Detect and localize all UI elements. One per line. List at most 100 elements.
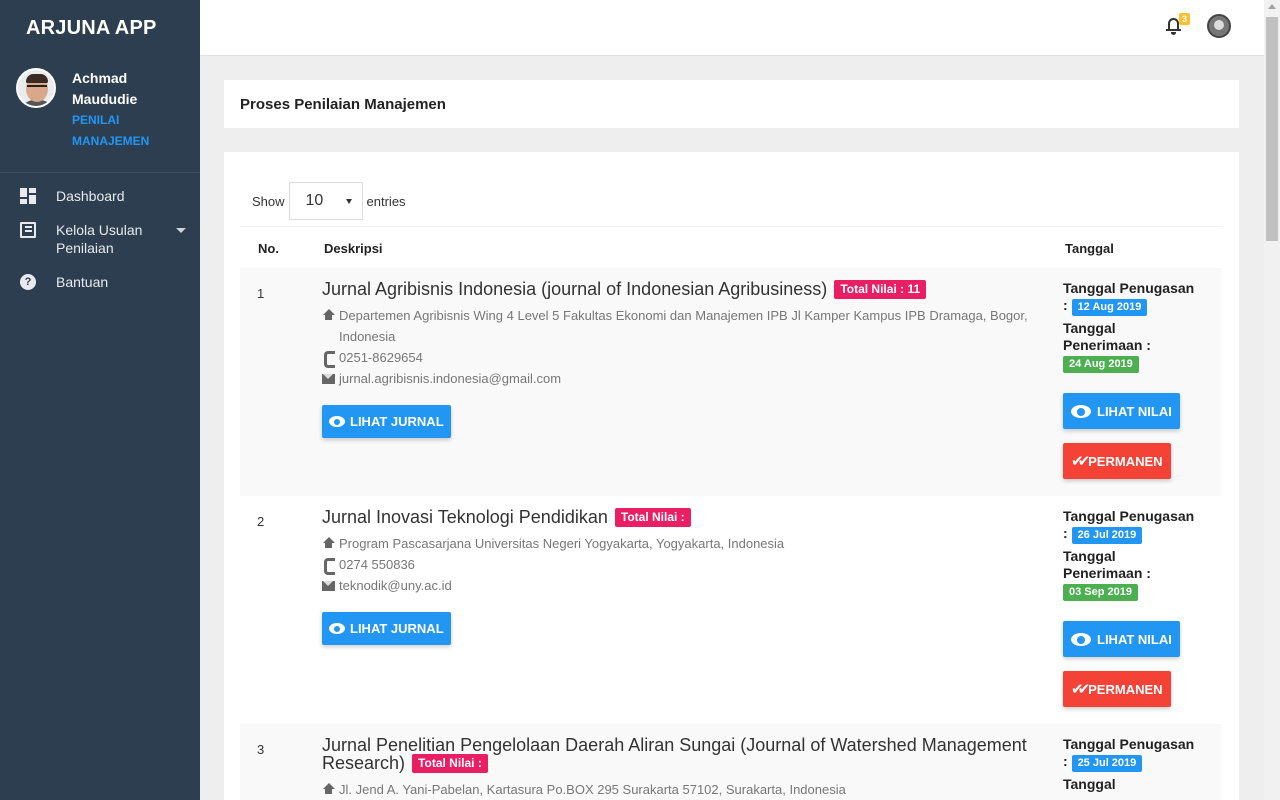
row-description: Jurnal Agribisnis Indonesia (journal of … (322, 280, 1032, 438)
tanggal-penugasan-badge: 12 Aug 2019 (1071, 299, 1148, 316)
sidebar-item-bantuan[interactable]: ? Bantuan (0, 265, 200, 299)
permanen-label: PERMANEN (1088, 681, 1163, 697)
tanggal-penugasan-label: Tanggal Penugasan (1063, 508, 1195, 524)
home-icon (322, 537, 335, 550)
permanen-button[interactable]: ✔✔ PERMANEN (1063, 443, 1171, 479)
row-description: Jurnal Penelitian Pengelolaan Daerah Ali… (322, 736, 1032, 800)
sidebar-item-label: Bantuan (56, 274, 109, 290)
envelope-icon (322, 581, 335, 591)
book-icon (20, 222, 36, 238)
column-header-tanggal[interactable]: Tanggal (1065, 241, 1114, 256)
sidebar-item-label: Dashboard (56, 188, 125, 204)
tanggal-penugasan-badge: 26 Jul 2019 (1071, 527, 1143, 544)
colon: : (1146, 565, 1151, 581)
tanggal-penerimaan-label: Tanggal Penerimaan (1063, 548, 1143, 581)
page-title: Proses Penilaian Manajemen (240, 96, 446, 113)
show-label: Show (252, 193, 285, 209)
tanggal-penerimaan-badge: 03 Sep 2019 (1063, 584, 1138, 601)
lihat-jurnal-button[interactable]: LIHAT JURNAL (322, 612, 451, 645)
column-header-deskripsi[interactable]: Deskripsi (324, 241, 383, 256)
entries-label: entries (366, 193, 406, 209)
user-name: Achmad Maududie (72, 70, 138, 107)
permanen-label: PERMANEN (1088, 453, 1163, 469)
row-number: 2 (257, 514, 265, 529)
lihat-nilai-label: LIHAT NILAI (1097, 403, 1172, 419)
eye-icon (1071, 404, 1091, 418)
page-scrollbar[interactable] (1264, 0, 1280, 800)
total-nilai-badge: Total Nilai : (614, 508, 691, 527)
journal-title: Jurnal Agribisnis Indonesia (journal of … (322, 279, 828, 299)
journal-address: Departemen Agribisnis Wing 4 Level 5 Fak… (339, 308, 1028, 344)
table-row: 3 Jurnal Penelitian Pengelolaan Daerah A… (240, 724, 1222, 800)
row-number: 3 (257, 742, 265, 757)
caret-down-icon (176, 228, 186, 233)
eye-icon (329, 623, 345, 634)
tanggal-penerimaan-label: Tanggal Penerimaan (1063, 320, 1143, 353)
table-header: No. Deskripsi Tanggal (240, 226, 1222, 268)
double-check-icon: ✔✔ (1071, 452, 1090, 470)
main-card: Show 10 entries No. Deskripsi Tanggal 1 … (224, 152, 1239, 800)
colon: : (1063, 753, 1068, 769)
journal-email: teknodik@uny.ac.id (339, 578, 452, 593)
lihat-nilai-label: LIHAT NILAI (1097, 631, 1172, 647)
notification-badge: 3 (1179, 13, 1191, 25)
scroll-thumb[interactable] (1266, 17, 1278, 241)
phone-icon (322, 351, 335, 368)
tanggal-penerimaan-badge: 24 Aug 2019 (1063, 356, 1139, 373)
tanggal-penugasan-label: Tanggal Penugasan (1063, 736, 1195, 752)
total-nilai-badge: Total Nilai : (412, 754, 488, 773)
double-check-icon: ✔✔ (1071, 680, 1090, 698)
entries-value: 10 (305, 192, 324, 209)
row-dates: Tanggal Penugasan : 12 Aug 2019 Tanggal … (1063, 280, 1213, 479)
sidebar: ARJUNA APP Achmad Maududie PENILAI MANAJ… (0, 0, 200, 800)
caret-down-icon (345, 199, 352, 204)
app-brand[interactable]: ARJUNA APP (0, 0, 200, 56)
home-icon (322, 783, 335, 796)
row-description: Jurnal Inovasi Teknologi Pendidikan Tota… (322, 508, 1032, 645)
user-panel: Achmad Maududie PENILAI MANAJEMEN (0, 56, 200, 173)
lihat-jurnal-label: LIHAT JURNAL (350, 621, 444, 636)
table-row: 2 Jurnal Inovasi Teknologi Pendidikan To… (240, 496, 1222, 724)
sidebar-item-dashboard[interactable]: Dashboard (0, 179, 200, 213)
row-number: 1 (257, 286, 265, 301)
colon: : (1063, 297, 1068, 313)
envelope-icon (322, 374, 335, 384)
eye-icon (1071, 632, 1091, 646)
colon: : (1146, 337, 1151, 353)
home-icon (322, 309, 335, 322)
journal-phone: 0274 550836 (339, 557, 415, 572)
column-header-no[interactable]: No. (258, 241, 279, 256)
lihat-nilai-button[interactable]: LIHAT NILAI (1063, 393, 1180, 429)
page-header: Proses Penilaian Manajemen (224, 80, 1239, 128)
lihat-jurnal-button[interactable]: LIHAT JURNAL (322, 405, 451, 438)
tanggal-penugasan-badge: 25 Jul 2019 (1071, 755, 1143, 772)
eye-icon (329, 416, 345, 427)
lihat-nilai-button[interactable]: LIHAT NILAI (1063, 621, 1180, 657)
user-avatar[interactable] (16, 68, 56, 108)
row-dates: Tanggal Penugasan : 25 Jul 2019 Tanggal (1063, 736, 1213, 797)
row-dates: Tanggal Penugasan : 26 Jul 2019 Tanggal … (1063, 508, 1213, 707)
entries-select[interactable]: 10 (288, 182, 363, 220)
lihat-jurnal-label: LIHAT JURNAL (350, 414, 444, 429)
journal-address: Program Pascasarjana Universitas Negeri … (339, 536, 785, 551)
profile-avatar[interactable] (1207, 14, 1231, 38)
permanen-button[interactable]: ✔✔ PERMANEN (1063, 671, 1171, 707)
dashboard-icon (20, 188, 36, 204)
scroll-up-icon[interactable] (1268, 4, 1276, 9)
sidebar-menu: Dashboard Kelola Usulan Penilaian ? Bant… (0, 179, 200, 299)
sidebar-item-label: Kelola Usulan Penilaian (56, 222, 143, 256)
journal-address: Jl. Jend A. Yani-Pabelan, Kartasura Po.B… (339, 782, 846, 797)
topbar: 3 (200, 0, 1264, 56)
user-role: PENILAI MANAJEMEN (72, 113, 150, 148)
journal-title: Jurnal Inovasi Teknologi Pendidikan (322, 507, 608, 527)
journal-phone: 0251-8629654 (339, 350, 423, 365)
tanggal-penugasan-label: Tanggal Penugasan (1063, 280, 1195, 296)
total-nilai-badge: Total Nilai : 11 (834, 280, 927, 299)
help-icon: ? (20, 274, 36, 290)
sidebar-item-kelola-usulan[interactable]: Kelola Usulan Penilaian (0, 213, 200, 265)
table-row: 1 Jurnal Agribisnis Indonesia (journal o… (240, 268, 1222, 496)
phone-icon (322, 558, 335, 575)
journal-email: jurnal.agribisnis.indonesia@gmail.com (339, 371, 562, 386)
tanggal-penerimaan-label: Tanggal (1063, 776, 1116, 792)
show-entries: Show 10 entries (252, 182, 406, 220)
